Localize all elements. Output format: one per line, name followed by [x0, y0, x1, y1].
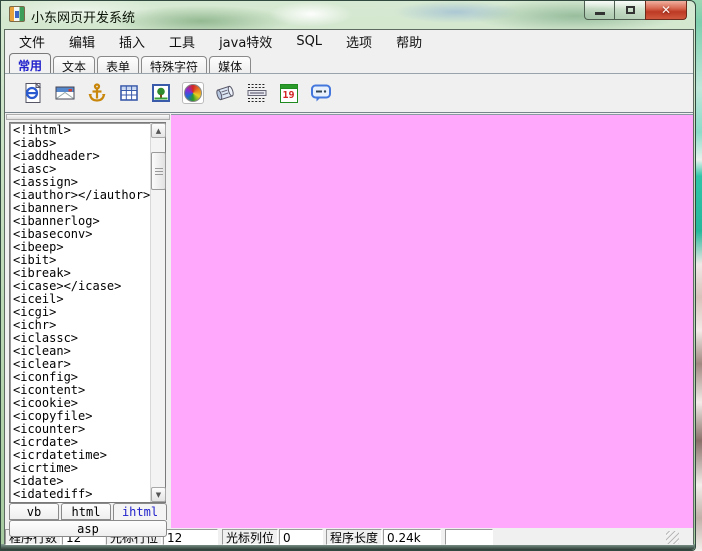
scroll-down-button[interactable]: ▼	[151, 487, 166, 502]
window-content: 文件 编辑 插入 工具 java特效 SQL 选项 帮助 常用 文本 表单 特殊…	[4, 29, 694, 546]
email-icon	[54, 82, 76, 104]
calendar-button[interactable]: 19	[275, 79, 302, 107]
tag-list: <!ihtml> <iabs> <iaddheader> <iasc> <ias…	[9, 122, 166, 503]
category-tabbar: 常用 文本 表单 特殊字符 媒体	[5, 52, 693, 73]
anchor-button[interactable]	[83, 79, 110, 107]
language-tabbar: vb html ihtml asp	[9, 503, 167, 537]
tab-vb[interactable]: vb	[9, 503, 59, 520]
comment-button[interactable]	[307, 79, 334, 107]
menu-sql[interactable]: SQL	[284, 32, 334, 51]
hyperlink-button[interactable]	[19, 79, 46, 107]
image-icon	[150, 82, 172, 104]
menu-help[interactable]: 帮助	[384, 30, 434, 53]
window-title: 小东网页开发系统	[31, 7, 135, 26]
resize-grip-icon[interactable]	[666, 531, 679, 544]
anchor-icon	[86, 82, 108, 104]
maximize-icon	[626, 6, 635, 14]
menubar: 文件 编辑 插入 工具 java特效 SQL 选项 帮助	[5, 30, 693, 52]
arrow-up-icon: ▲	[156, 127, 161, 135]
menu-insert[interactable]: 插入	[107, 30, 157, 53]
tab-html[interactable]: html	[61, 503, 111, 520]
menu-java-effects[interactable]: java特效	[207, 30, 284, 53]
horizontal-rule-button[interactable]	[243, 79, 270, 107]
tab-special-chars[interactable]: 特殊字符	[141, 56, 207, 73]
toolbar: 19	[5, 73, 693, 113]
tab-common[interactable]: 常用	[9, 53, 51, 73]
status-value-program-length: 0.24k	[383, 529, 441, 545]
list-scrollbar[interactable]: ▲ ▼	[150, 123, 165, 502]
script-scroll-icon	[214, 82, 236, 104]
comment-bubble-icon	[310, 82, 332, 104]
horizontal-rule-icon	[246, 82, 268, 104]
menu-options[interactable]: 选项	[334, 30, 384, 53]
app-window: 小东网页开发系统 ✕ 文件 编辑 插入 工具 java特效 SQL 选项 帮助 …	[0, 0, 696, 551]
calendar-icon: 19	[280, 84, 298, 103]
app-icon	[9, 6, 25, 22]
menu-file[interactable]: 文件	[7, 30, 57, 53]
panel-splitter[interactable]	[6, 114, 170, 120]
scroll-up-button[interactable]: ▲	[151, 123, 166, 138]
status-empty-segment	[445, 529, 493, 545]
tab-media[interactable]: 媒体	[209, 56, 251, 73]
tab-ihtml[interactable]: ihtml	[113, 503, 167, 520]
menu-tools[interactable]: 工具	[157, 30, 207, 53]
scrollbar-thumb[interactable]	[151, 152, 166, 190]
close-button[interactable]: ✕	[645, 1, 687, 20]
table-icon	[118, 82, 140, 104]
editor-area[interactable]	[171, 114, 694, 528]
status-label-program-length: 程序长度	[326, 529, 382, 545]
status-value-cursor-col: 0	[279, 529, 323, 545]
hyperlink-document-icon	[22, 82, 44, 104]
titlebar[interactable]: 小东网页开发系统 ✕	[1, 1, 695, 29]
status-label-cursor-col: 光标列位	[222, 529, 278, 545]
arrow-down-icon: ▼	[156, 491, 161, 499]
tab-asp[interactable]: asp	[9, 520, 167, 537]
flash-animation-button[interactable]	[179, 79, 206, 107]
minimize-button[interactable]	[584, 1, 615, 20]
menu-edit[interactable]: 编辑	[57, 30, 107, 53]
table-button[interactable]	[115, 79, 142, 107]
flash-animation-icon	[182, 82, 204, 104]
minimize-icon	[595, 12, 605, 15]
status-value-cursor-row: 12	[163, 529, 218, 545]
maximize-button[interactable]	[615, 1, 645, 20]
script-button[interactable]	[211, 79, 238, 107]
tab-form[interactable]: 表单	[97, 56, 139, 73]
tab-text[interactable]: 文本	[53, 56, 95, 73]
image-button[interactable]	[147, 79, 174, 107]
close-icon: ✕	[661, 3, 671, 17]
list-item[interactable]: <idatediff>	[13, 488, 165, 501]
email-button[interactable]	[51, 79, 78, 107]
